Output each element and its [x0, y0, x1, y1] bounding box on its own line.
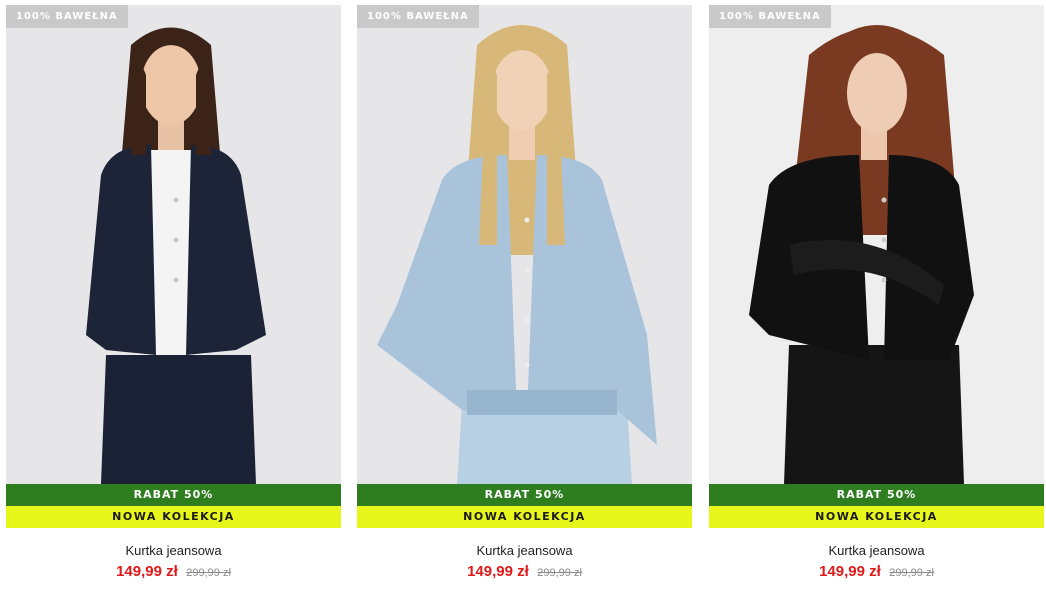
model-photo	[709, 5, 1044, 484]
product-name[interactable]: Kurtka jeansowa	[357, 543, 692, 558]
promo-label: RABAT 50%	[6, 484, 341, 506]
badge-cotton: 100% BAWEŁNA	[709, 5, 831, 28]
product-image[interactable]: 100% BAWEŁNA	[357, 5, 692, 484]
model-photo	[6, 5, 341, 484]
price-row: 149,99 zł 299,99 zł	[709, 563, 1044, 581]
collection-label: NOWA KOLEKCJA	[709, 506, 1044, 528]
price-original: 299,99 zł	[889, 567, 934, 579]
collection-label: NOWA KOLEKCJA	[6, 506, 341, 528]
price-current: 149,99 zł	[116, 563, 178, 580]
product-image[interactable]: 100% BAWEŁNA	[709, 5, 1044, 484]
product-card[interactable]: 100% BAWEŁNA RABAT 50% NOWA KOLEKCJA Kur…	[357, 5, 692, 595]
price-row: 149,99 zł 299,99 zł	[357, 563, 692, 581]
product-card[interactable]: 100% BAWEŁNA RABAT 50% NOWA KOLEKCJA Kur…	[709, 5, 1044, 595]
price-original: 299,99 zł	[186, 567, 231, 579]
price-current: 149,99 zł	[819, 563, 881, 580]
badge-cotton: 100% BAWEŁNA	[6, 5, 128, 28]
badge-cotton: 100% BAWEŁNA	[357, 5, 479, 28]
product-image[interactable]: 100% BAWEŁNA	[6, 5, 341, 484]
product-grid: 100% BAWEŁNA RABAT 50% NOWA KOLEKCJA Kur…	[0, 0, 1046, 597]
collection-label: NOWA KOLEKCJA	[357, 506, 692, 528]
product-name[interactable]: Kurtka jeansowa	[709, 543, 1044, 558]
promo-label: RABAT 50%	[357, 484, 692, 506]
model-photo	[357, 5, 692, 484]
price-current: 149,99 zł	[467, 563, 529, 580]
price-row: 149,99 zł 299,99 zł	[6, 563, 341, 581]
promo-label: RABAT 50%	[709, 484, 1044, 506]
product-name[interactable]: Kurtka jeansowa	[6, 543, 341, 558]
product-card[interactable]: 100% BAWEŁNA RABAT 50% NOWA KOLEKCJA Kur…	[6, 5, 341, 595]
price-original: 299,99 zł	[537, 567, 582, 579]
